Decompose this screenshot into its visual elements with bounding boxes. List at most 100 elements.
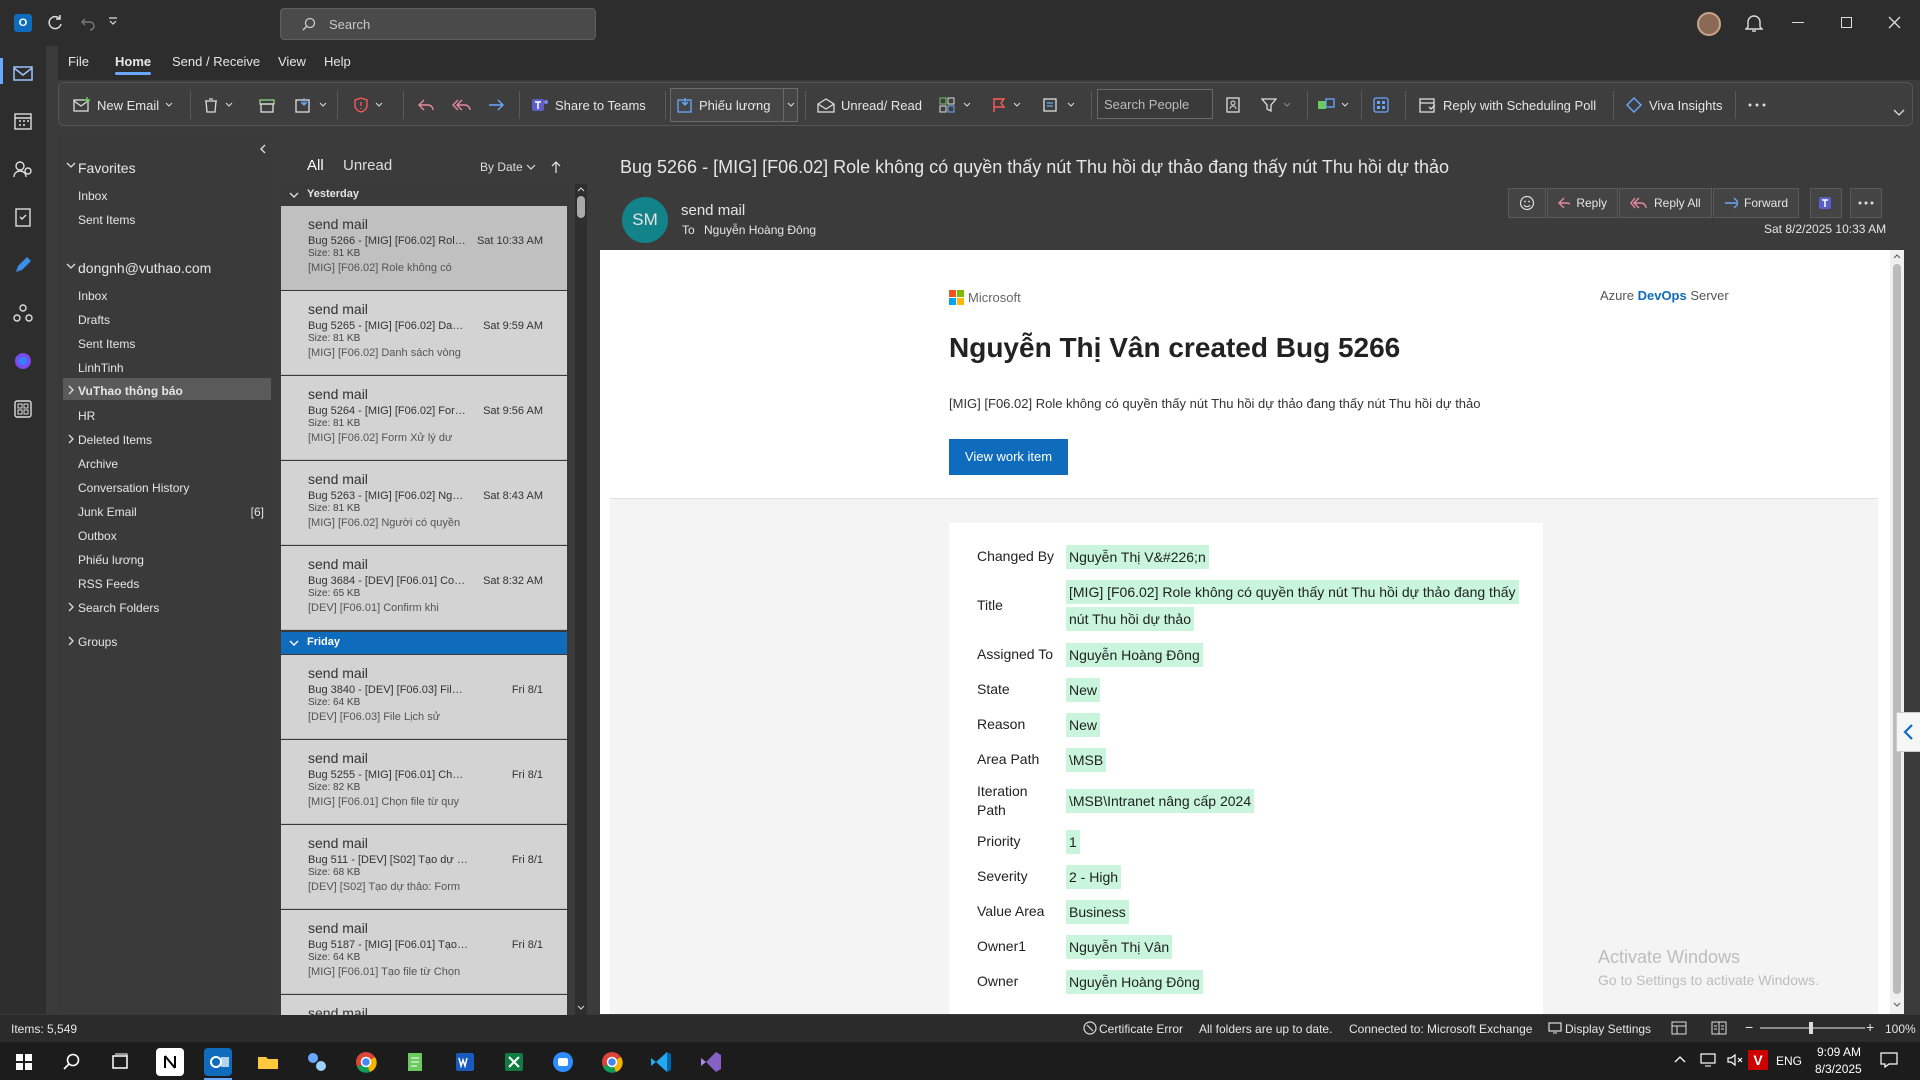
outlook-taskbar-icon[interactable]: [204, 1048, 232, 1076]
categorize-button[interactable]: [939, 92, 971, 118]
apps-ribbon-button[interactable]: [1373, 92, 1391, 118]
apps-icon[interactable]: [12, 398, 34, 420]
network-tool-icon[interactable]: [303, 1048, 331, 1076]
task-view-icon[interactable]: [106, 1048, 134, 1076]
tab-unread[interactable]: Unread: [343, 157, 392, 174]
share-to-teams-button[interactable]: Share to Teams: [531, 92, 646, 118]
avatar[interactable]: [1697, 12, 1721, 36]
folder-fav-sent[interactable]: Sent Items: [78, 213, 135, 227]
message-item[interactable]: send mail Bug 511 - [DEV] [S02] Tạo dự t…: [281, 825, 567, 909]
quick-steps-scroll[interactable]: [783, 88, 798, 122]
chevron-down-icon[interactable]: [66, 162, 76, 170]
folder-rss[interactable]: RSS Feeds: [78, 577, 139, 591]
message-item[interactable]: send mail Bug 5266 - [MIG] [F06.02] Role…: [281, 206, 567, 290]
windows-start-icon[interactable]: [10, 1048, 38, 1076]
move-button[interactable]: [295, 92, 327, 118]
word-icon[interactable]: [451, 1048, 479, 1076]
certificate-error[interactable]: Certificate Error: [1099, 1022, 1183, 1036]
calendar-icon[interactable]: [12, 110, 34, 132]
account-header[interactable]: dongnh@vuthao.com: [78, 260, 211, 276]
notepad-icon[interactable]: [401, 1048, 429, 1076]
viva-insights-button[interactable]: Viva Insights: [1625, 92, 1722, 118]
message-item[interactable]: send mail Bug 5264 - [MIG] [F06.02] Form…: [281, 376, 567, 460]
edit-pen-icon[interactable]: [12, 254, 34, 276]
antivirus-icon[interactable]: V: [1748, 1050, 1768, 1070]
folder-groups[interactable]: Groups: [78, 635, 117, 649]
chrome-icon[interactable]: [352, 1048, 380, 1076]
forward-ribbon-button[interactable]: [487, 92, 505, 118]
message-item[interactable]: send mail Bug 3684 - [DEV] [F06.01] Conf…: [281, 546, 567, 630]
archive-button[interactable]: [259, 92, 275, 118]
chevron-up-icon[interactable]: [1674, 1055, 1686, 1063]
excel-icon[interactable]: [500, 1048, 528, 1076]
notification-center-icon[interactable]: [1880, 1052, 1898, 1068]
menu-view[interactable]: View: [278, 54, 306, 69]
chevron-right-icon[interactable]: [68, 385, 74, 395]
more-actions-icon[interactable]: [1850, 188, 1882, 218]
folder-hr[interactable]: HR: [78, 409, 95, 423]
folder-archive[interactable]: Archive: [78, 457, 118, 471]
search-icon[interactable]: [58, 1048, 86, 1076]
reply-ribbon-button[interactable]: [417, 92, 435, 118]
sender-avatar[interactable]: SM: [622, 197, 668, 243]
folder-search-folders[interactable]: Search Folders: [78, 601, 159, 615]
unread-read-button[interactable]: Unread/ Read: [817, 92, 922, 118]
message-item[interactable]: send mail Bug 5255 - [MIG] [F06.01] Chọn…: [281, 740, 567, 824]
chevron-right-icon[interactable]: [68, 636, 74, 646]
report-button[interactable]: [353, 92, 383, 118]
sync-icon[interactable]: [46, 14, 64, 32]
tab-all[interactable]: All: [307, 157, 324, 174]
file-explorer-icon[interactable]: [254, 1048, 282, 1076]
emoji-react-button[interactable]: [1508, 188, 1546, 218]
view-work-item-button[interactable]: View work item: [949, 439, 1068, 475]
folder-fav-inbox[interactable]: Inbox: [78, 189, 107, 203]
folder-phieu-luong[interactable]: Phiếu lương: [78, 553, 144, 567]
menu-home[interactable]: Home: [115, 54, 152, 75]
folder-deleted[interactable]: Deleted Items: [78, 433, 152, 447]
chevron-right-icon[interactable]: [68, 434, 74, 444]
folder-sent[interactable]: Sent Items: [78, 337, 135, 351]
new-email-button[interactable]: New Email: [73, 92, 173, 118]
reading-view-icon[interactable]: [1711, 1021, 1727, 1035]
display-settings[interactable]: Display Settings: [1565, 1022, 1651, 1036]
send-receive-all-button[interactable]: [1317, 92, 1349, 118]
chevron-right-icon[interactable]: [68, 602, 74, 612]
chevron-down-icon[interactable]: [66, 263, 76, 271]
clock-date[interactable]: 8/3/2025: [1815, 1062, 1862, 1076]
org-icon[interactable]: [12, 302, 34, 324]
chat-app-icon[interactable]: [549, 1048, 577, 1076]
message-list-scrollbar[interactable]: [575, 184, 587, 1015]
bell-icon[interactable]: [1745, 13, 1763, 33]
forward-button[interactable]: Forward: [1713, 188, 1799, 218]
sort-direction-icon[interactable]: [551, 160, 561, 174]
email-scrollbar[interactable]: [1890, 250, 1904, 1014]
undo-icon[interactable]: [78, 14, 96, 32]
folder-junk[interactable]: Junk Email: [78, 505, 137, 519]
rules-button[interactable]: [1043, 92, 1075, 118]
chrome-profile-icon[interactable]: [598, 1048, 626, 1076]
search-people-input[interactable]: Search People: [1097, 89, 1213, 119]
visual-studio-icon[interactable]: [697, 1048, 725, 1076]
filter-email-button[interactable]: [1261, 92, 1291, 118]
menu-file[interactable]: File: [68, 54, 89, 69]
zoom-in-icon[interactable]: +: [1866, 1019, 1874, 1035]
normal-view-icon[interactable]: [1671, 1021, 1687, 1035]
collapse-ribbon-icon[interactable]: [1893, 109, 1905, 117]
group-header-friday[interactable]: Friday: [281, 632, 567, 654]
folder-outbox[interactable]: Outbox: [78, 529, 117, 543]
more-options-icon[interactable]: [1747, 92, 1767, 118]
address-book-button[interactable]: [1225, 92, 1241, 118]
close-icon[interactable]: [1888, 16, 1901, 29]
display-settings-icon[interactable]: [1548, 1021, 1562, 1035]
chevron-down-icon[interactable]: [526, 164, 536, 170]
vscode-icon[interactable]: [647, 1048, 675, 1076]
copilot-icon[interactable]: [12, 350, 34, 372]
sender-name[interactable]: send mail: [681, 202, 745, 219]
sort-by-date[interactable]: By Date: [480, 160, 523, 174]
folder-vuthao[interactable]: VuThao thông báo: [78, 384, 183, 398]
restore-icon[interactable]: [1841, 17, 1852, 28]
menu-send-receive[interactable]: Send / Receive: [172, 54, 260, 69]
message-item[interactable]: send mail Bug 5187 - [MIG] [F06.01] Tạo …: [281, 910, 567, 994]
reply-all-ribbon-button[interactable]: [452, 92, 472, 118]
input-language[interactable]: ENG: [1776, 1054, 1802, 1068]
